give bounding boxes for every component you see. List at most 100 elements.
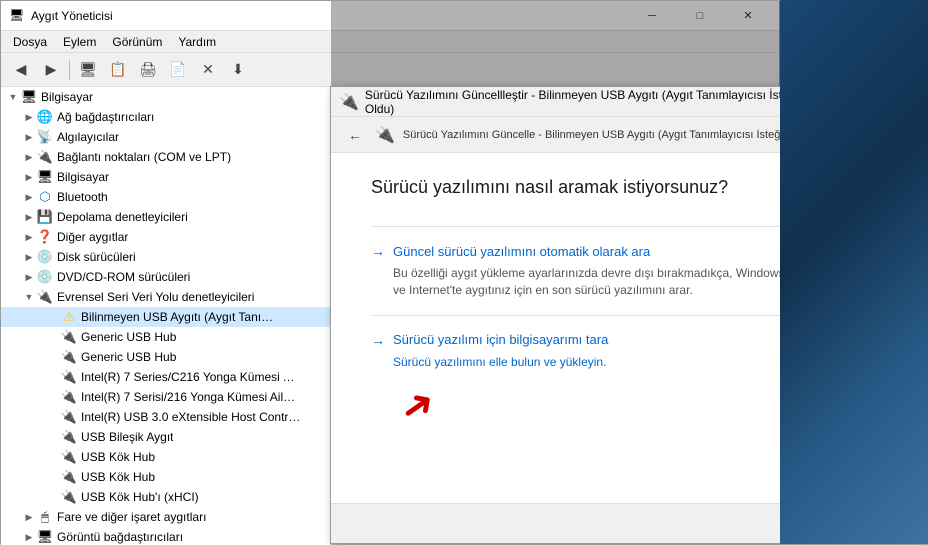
arrow-icon: ▶ [21,189,37,205]
desktop-thumbnail [780,0,928,544]
tree-label: Bilgisayar [57,170,109,184]
manual-search-label: Sürücü yazılımı için bilgisayarımı tara [393,332,608,347]
list-item[interactable]: ▶ 🖥 Bilgisayar [1,167,330,187]
remove-button[interactable]: ✕ [194,57,222,83]
usb-icon: 🔌 [37,289,53,305]
list-item[interactable]: ▶ 🔌 Intel(R) 7 Serisi/216 Yonga Kümesi A… [1,387,330,407]
tree-label: Generic USB Hub [81,330,176,344]
list-item[interactable]: ▶ 🔌 Bağlantı noktaları (COM ve LPT) [1,147,330,167]
dialog-nav-icon: 🔌 [375,125,395,145]
taskbar-thumbnail-area [780,0,928,544]
list-item[interactable]: ▶ 🖱 Fare ve diğer işaret aygıtları [1,507,330,527]
tree-label: Bluetooth [57,190,108,204]
tree-label: Evrensel Seri Veri Yolu denetleyicileri [57,290,254,304]
dvd-icon: 💿 [37,269,53,285]
arrow-icon: ▶ [21,109,37,125]
xhci-icon: 🔌 [61,409,77,425]
arrow-icon: ▶ [21,209,37,225]
display-icon: 🖥 [37,529,53,545]
port-icon: 🔌 [37,149,53,165]
list-item[interactable]: ▶ 🔌 USB Kök Hub [1,467,330,487]
list-item[interactable]: ▶ 💿 Disk sürücüleri [1,247,330,267]
tree-label: Diğer aygıtlar [57,230,128,244]
app-icon: 🖥 [9,8,25,24]
arrow-icon: ▶ [21,129,37,145]
list-item[interactable]: ▶ ❓ Diğer aygıtlar [1,227,330,247]
root-arrow: ▼ [5,89,21,105]
back-button[interactable]: ◀ [7,57,35,83]
list-item[interactable]: ▶ 💿 DVD/CD-ROM sürücüleri [1,267,330,287]
menu-view[interactable]: Görünüm [104,33,170,51]
sensor-icon: 📡 [37,129,53,145]
tree-label: Depolama denetleyicileri [57,210,188,224]
list-item[interactable]: ▶ 📡 Algılayıcılar [1,127,330,147]
list-item[interactable]: ▶ 🔌 USB Kök Hub [1,447,330,467]
computer-button[interactable]: 🖥 [74,57,102,83]
tree-label: Intel(R) 7 Series/C216 Yonga Kümesi Aile… [81,370,301,384]
window-title: Aygıt Yöneticisi [31,9,113,23]
root-hub-icon: 🔌 [61,449,77,465]
storage-icon: 💾 [37,209,53,225]
print-button[interactable]: 🖨 [134,57,162,83]
error-device-icon: ⚠ [61,309,77,325]
forward-button[interactable]: ▶ [37,57,65,83]
list-item[interactable]: ▶ 🖥 Görüntü bağdaştırıcıları [1,527,330,545]
arrow-icon: ▶ [21,249,37,265]
arrow-right-icon: → [371,243,385,259]
list-item[interactable]: ▶ 🌐 Ağ bağdaştırıcıları [1,107,330,127]
tree-label: DVD/CD-ROM sürücüleri [57,270,190,284]
arrow-icon: ▼ [21,289,37,305]
tree-label: Bağlantı noktaları (COM ve LPT) [57,150,231,164]
dialog-back-button[interactable]: ← [343,123,367,147]
arrow-icon: ▶ [21,269,37,285]
scan-button[interactable]: 📄 [164,57,192,83]
tree-label: USB Bileşik Aygıt [81,430,173,444]
arrow-right-icon2: → [371,332,385,348]
computer-icon: 🖥 [37,169,53,185]
hub-icon: 🔌 [61,349,77,365]
list-item[interactable]: ▶ 🔌 USB Bileşik Aygıt [1,427,330,447]
arrow-icon: ▶ [21,529,37,545]
tree-label: USB Kök Hub'ı (xHCI) [81,490,199,504]
list-item[interactable]: ▶ ⬡ Bluetooth [1,187,330,207]
arrow-icon: ▶ [21,509,37,525]
properties-button[interactable]: 📋 [104,57,132,83]
list-item[interactable]: ▼ 🔌 Evrensel Seri Veri Yolu denetleyicil… [1,287,330,307]
auto-search-label: Güncel sürücü yazılımını otomatik olarak… [393,244,650,259]
tree-label: Algılayıcılar [57,130,119,144]
toolbar-separator-1 [69,60,70,80]
menu-file[interactable]: Dosya [5,33,55,51]
tree-label: Intel(R) 7 Serisi/216 Yonga Kümesi Ailes… [81,390,301,404]
intel-usb-icon2: 🔌 [61,389,77,405]
list-item[interactable]: ▶ 🔌 Generic USB Hub [1,327,330,347]
tree-label: USB Kök Hub [81,470,155,484]
list-item[interactable]: ▶ 💾 Depolama denetleyicileri [1,207,330,227]
device-tree[interactable]: ▼ 🖥 Bilgisayar ▶ 🌐 Ağ bağdaştırıcıları ▶… [1,87,331,545]
red-arrow-icon: ➜ [393,380,443,432]
title-bar-left: 🖥 Aygıt Yöneticisi [9,8,113,24]
tree-label: Disk sürücüleri [57,250,136,264]
arrow-icon: ▶ [21,169,37,185]
tree-label: Görüntü bağdaştırıcıları [57,530,183,544]
update-button[interactable]: ⬇ [224,57,252,83]
list-item[interactable]: ▶ 🔌 Intel(R) 7 Series/C216 Yonga Kümesi … [1,367,330,387]
tree-label: Bilinmeyen USB Aygıtı (Aygıt Tanımlayıcı… [81,310,281,324]
disk-icon: 💿 [37,249,53,265]
other-icon: ❓ [37,229,53,245]
root-hub-icon2: 🔌 [61,469,77,485]
usb-device-icon: 🔌 [339,92,359,112]
list-item[interactable]: ▶ 🔌 Intel(R) USB 3.0 eXtensible Host Con… [1,407,330,427]
bluetooth-icon: ⬡ [37,189,53,205]
arrow-icon: ▶ [21,149,37,165]
tree-label: Fare ve diğer işaret aygıtları [57,510,206,524]
list-item[interactable]: ▶ 🔌 USB Kök Hub'ı (xHCI) [1,487,330,507]
root-icon: 🖥 [21,89,37,105]
menu-action[interactable]: Eylem [55,33,104,51]
list-item[interactable]: ▶ 🔌 Generic USB Hub [1,347,330,367]
list-item[interactable]: ▶ ⚠ Bilinmeyen USB Aygıtı (Aygıt Tanımla… [1,307,330,327]
intel-usb-icon: 🔌 [61,369,77,385]
tree-root[interactable]: ▼ 🖥 Bilgisayar [1,87,330,107]
mouse-icon: 🖱 [37,509,53,525]
xhci-hub-icon: 🔌 [61,489,77,505]
menu-help[interactable]: Yardım [170,33,224,51]
